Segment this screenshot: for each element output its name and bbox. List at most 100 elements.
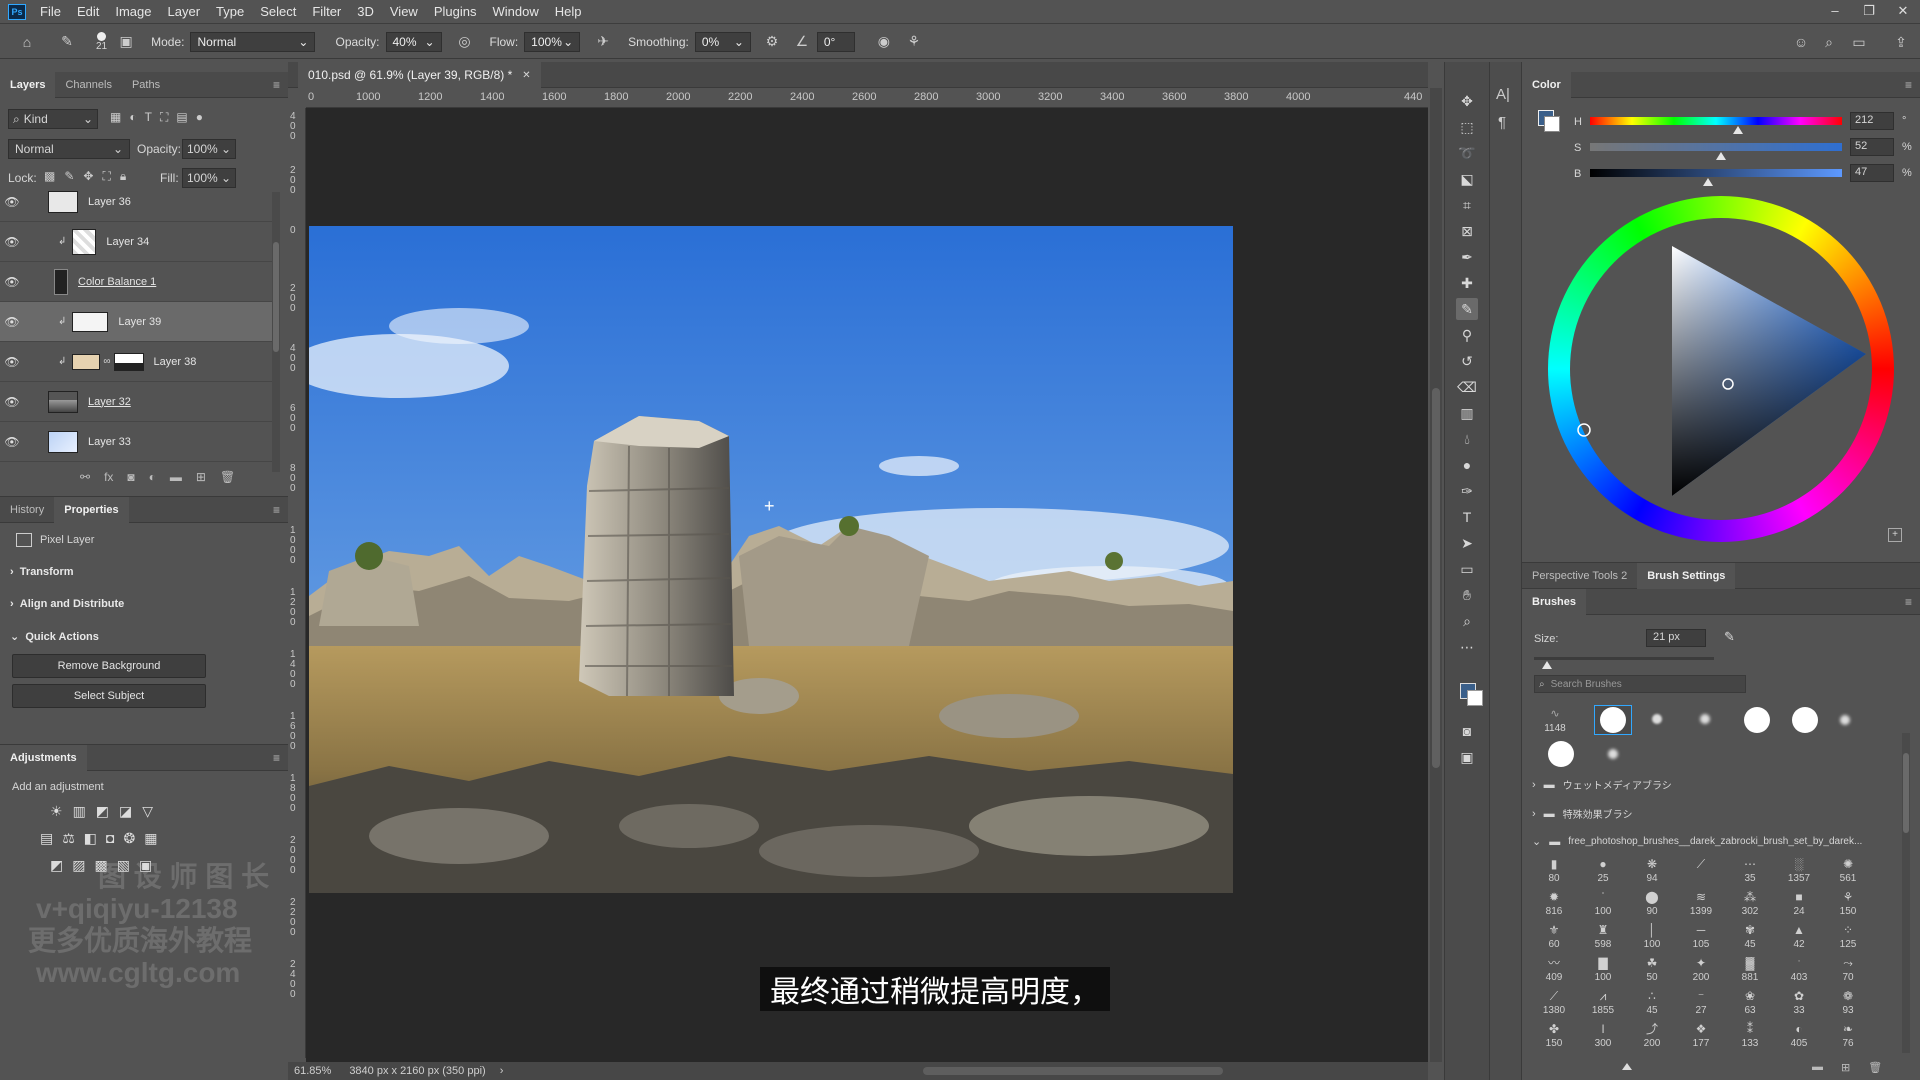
pressure-size-icon[interactable]: ◉ — [873, 31, 895, 53]
brush-cell[interactable]: ❀ 63 — [1728, 987, 1772, 1020]
brush-cell[interactable]: ❋ 94 — [1630, 855, 1674, 888]
pixel-filter-icon[interactable]: ▦ — [110, 110, 121, 125]
type-tool-icon[interactable]: T — [1456, 506, 1478, 528]
home-icon[interactable]: ⌂ — [16, 31, 38, 53]
soft-brush-icon[interactable] — [1652, 714, 1662, 724]
brush-folder[interactable]: › ▬ ウェットメディアブラシ — [1532, 777, 1672, 793]
vibrance-icon[interactable]: ▽ — [142, 803, 153, 820]
brightness-slider-handle[interactable] — [1703, 178, 1714, 186]
brush-cell[interactable]: ✿ 33 — [1777, 987, 1821, 1020]
layer-row[interactable]: 👁︎ Layer 33 — [0, 422, 272, 462]
brush-preset-picker[interactable]: 21 — [96, 31, 107, 52]
black-white-icon[interactable]: ◧ — [84, 830, 97, 847]
brush-folder[interactable]: › ▬ 特殊効果ブラシ — [1532, 806, 1632, 822]
panel-menu-icon[interactable]: ≡ — [273, 751, 280, 765]
link-layers-icon[interactable]: ⚯ — [80, 470, 90, 484]
new-group-icon[interactable]: ▬ — [170, 470, 182, 484]
color-wheel[interactable] — [1548, 196, 1894, 542]
brush-cell[interactable]: ⁘ 125 — [1826, 921, 1870, 954]
share-icon[interactable]: ⇪ — [1890, 31, 1912, 53]
panel-menu-icon[interactable]: ≡ — [273, 78, 280, 92]
brush-cell[interactable]: ✤ 150 — [1532, 1020, 1576, 1053]
tab-channels[interactable]: Channels — [55, 72, 121, 98]
tab-history[interactable]: History — [0, 497, 54, 523]
angle-field[interactable]: 0° — [816, 31, 855, 52]
menu-help[interactable]: Help — [547, 4, 590, 19]
hue-slider-handle[interactable] — [1733, 126, 1744, 134]
brush-settings-toggle-icon[interactable]: ▣ — [115, 31, 137, 53]
screen-mode-icon[interactable]: ▣ — [1456, 746, 1478, 768]
eye-icon[interactable]: 👁︎ — [0, 275, 24, 289]
symmetry-icon[interactable]: ⚘ — [903, 31, 925, 53]
b-value-field[interactable]: 47 — [1850, 164, 1894, 182]
smoothing-field[interactable]: 0% ⌄ — [694, 31, 751, 52]
brush-cell[interactable]: ❧ 76 — [1826, 1020, 1870, 1053]
clone-stamp-tool-icon[interactable]: ⚲ — [1456, 324, 1478, 346]
new-brush-icon[interactable]: ⊞ — [1841, 1061, 1850, 1074]
menu-select[interactable]: Select — [252, 4, 304, 19]
blur-tool-icon[interactable]: 💧︎ — [1456, 428, 1478, 450]
brush-cell[interactable]: ǀ 300 — [1581, 1020, 1625, 1053]
brush-cell[interactable]: ✦ 200 — [1679, 954, 1723, 987]
layer-row[interactable]: 👁︎ Layer 32 — [0, 382, 272, 422]
brush-cell[interactable]: ■ 24 — [1777, 888, 1821, 921]
brush-tool-icon[interactable]: ✎ — [56, 31, 78, 53]
crop-tool-icon[interactable]: ⌗ — [1456, 194, 1478, 216]
menu-window[interactable]: Window — [484, 4, 546, 19]
brush-cell[interactable]: ─ 105 — [1679, 921, 1723, 954]
link-icon[interactable]: ∞ — [103, 356, 110, 367]
vertical-scrollbar[interactable] — [1430, 88, 1442, 1062]
type-filter-icon[interactable]: T — [145, 110, 152, 125]
lock-image-icon[interactable]: ✎ — [64, 169, 74, 184]
canvas-photo[interactable]: + — [309, 226, 1233, 893]
brush-size-slider[interactable] — [1534, 657, 1714, 660]
hue-saturation-icon[interactable]: ▤ — [40, 830, 53, 847]
fx-icon[interactable]: fx — [104, 470, 113, 484]
zoom-tool-icon[interactable]: ⌕ — [1456, 610, 1478, 632]
layer-row[interactable]: 👁︎ ↲ Layer 39 — [0, 302, 272, 342]
menu-3d[interactable]: 3D — [349, 4, 382, 19]
search-icon[interactable]: ⌕ — [1818, 31, 1840, 53]
search-brushes-input[interactable]: ⌕ Search Brushes — [1534, 675, 1746, 693]
move-tool-icon[interactable]: ✥ — [1456, 90, 1478, 112]
hue-slider[interactable] — [1590, 117, 1842, 125]
chevron-right-icon[interactable]: › — [500, 1065, 504, 1077]
section-transform[interactable]: › Transform — [10, 566, 74, 578]
brush-folder[interactable]: ⌄ ▬ free_photoshop_brushes__darek_zabrock… — [1532, 835, 1862, 849]
color-lookup-icon[interactable]: ▦ — [144, 830, 157, 847]
eye-icon[interactable]: 👁︎ — [0, 395, 24, 409]
path-selection-tool-icon[interactable]: ➤ — [1456, 532, 1478, 554]
layer-row[interactable]: 👁︎ Layer 36 — [0, 188, 272, 222]
brush-size-field[interactable]: 21 px — [1646, 629, 1706, 647]
channel-mixer-icon[interactable]: ❂ — [124, 830, 136, 847]
brush-cell[interactable]: ⁻ 27 — [1679, 987, 1723, 1020]
brush-size-slider-handle[interactable] — [1542, 661, 1552, 669]
hand-tool-icon[interactable]: ✋︎ — [1456, 584, 1478, 606]
saturation-brightness-triangle[interactable] — [1548, 196, 1894, 542]
add-mask-icon[interactable]: ◙ — [127, 470, 134, 484]
saturation-slider-handle[interactable] — [1716, 152, 1727, 160]
tab-adjustments[interactable]: Adjustments — [0, 744, 87, 771]
lock-transparent-icon[interactable]: ▩ — [44, 169, 55, 184]
brush-cell[interactable]: ▓ 881 — [1728, 954, 1772, 987]
tab-layers[interactable]: Layers — [0, 71, 56, 98]
layers-scrollbar[interactable] — [272, 192, 280, 472]
scroll-thumb[interactable] — [1903, 753, 1909, 833]
brightness-slider[interactable] — [1590, 169, 1842, 177]
document-tab[interactable]: 010.psd @ 61.9% (Layer 39, RGB/8) * ✕ — [298, 62, 541, 88]
adjustment-layer-icon[interactable]: ◐ — [149, 470, 156, 484]
brush-cell[interactable]: ⟋ 1380 — [1532, 987, 1576, 1020]
eye-icon[interactable]: 👁︎ — [0, 195, 24, 209]
brush-cell[interactable]: ◐ 405 — [1777, 1020, 1821, 1053]
smart-object-filter-icon[interactable]: ▤ — [176, 110, 187, 125]
menu-type[interactable]: Type — [208, 4, 252, 19]
brush-cell[interactable]: ░ 1357 — [1777, 855, 1821, 888]
menu-filter[interactable]: Filter — [304, 4, 349, 19]
learn-icon[interactable]: ☺ — [1790, 31, 1812, 53]
brush-cell[interactable]: ˈ 100 — [1581, 888, 1625, 921]
blend-mode-select[interactable]: Normal ⌄ — [8, 139, 130, 159]
flow-field[interactable]: 100% ⌄ — [524, 31, 581, 52]
trash-icon[interactable]: 🗑︎ — [220, 470, 235, 484]
scroll-thumb[interactable] — [273, 242, 279, 352]
menu-file[interactable]: File — [32, 4, 69, 19]
